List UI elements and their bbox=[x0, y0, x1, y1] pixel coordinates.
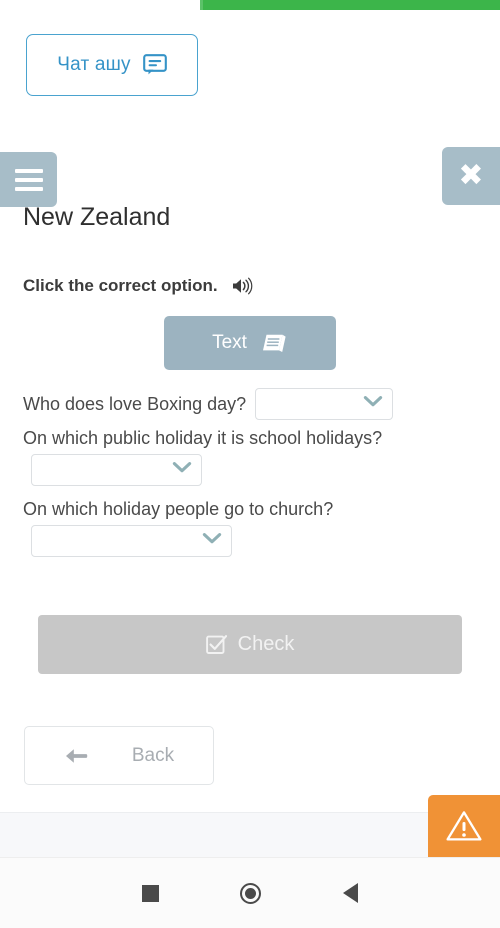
report-problem-button[interactable] bbox=[428, 795, 500, 857]
check-square-icon bbox=[205, 634, 227, 655]
question-text: Who does love Boxing day? bbox=[23, 393, 247, 414]
chat-bubble-icon bbox=[142, 54, 167, 76]
open-chat-label: Чат ашу bbox=[57, 54, 131, 75]
answer-select[interactable] bbox=[31, 525, 232, 557]
question-text: On which public holiday it is school hol… bbox=[23, 428, 383, 448]
chevron-down-icon bbox=[363, 395, 383, 413]
app-screen: Чат ашу ✖ New Zealand Click the correct … bbox=[0, 0, 500, 928]
nav-back-button[interactable] bbox=[300, 858, 400, 928]
circle-icon bbox=[239, 882, 261, 904]
page-title: New Zealand bbox=[23, 203, 171, 231]
lesson-progress-bar-start bbox=[200, 0, 203, 10]
task-instruction-text: Click the correct option. bbox=[23, 276, 218, 295]
nav-home-button[interactable] bbox=[200, 858, 300, 928]
android-navigation-bar bbox=[0, 857, 500, 928]
footer-strip bbox=[0, 812, 500, 857]
question-text: On which holiday people go to church? bbox=[23, 499, 334, 519]
open-text-material-label: Text bbox=[212, 332, 247, 353]
warning-triangle-icon bbox=[445, 809, 483, 843]
triangle-left-icon bbox=[342, 883, 358, 903]
book-icon bbox=[262, 332, 288, 354]
chevron-down-icon bbox=[172, 461, 192, 479]
square-icon bbox=[141, 884, 159, 902]
sidebar-toggle-button[interactable] bbox=[0, 152, 57, 207]
nav-recents-button[interactable] bbox=[100, 858, 200, 928]
close-icon: ✖ bbox=[458, 158, 484, 193]
close-lesson-button[interactable]: ✖ bbox=[442, 147, 500, 205]
speaker-icon[interactable] bbox=[232, 277, 254, 295]
open-text-material-button[interactable]: Text bbox=[164, 316, 336, 370]
back-button[interactable]: Back bbox=[24, 726, 214, 785]
check-answers-button[interactable]: Check bbox=[38, 615, 462, 674]
open-chat-button[interactable]: Чат ашу bbox=[26, 34, 198, 96]
hamburger-icon-bar bbox=[14, 186, 43, 191]
arrow-left-icon bbox=[64, 747, 90, 765]
hamburger-icon-bar bbox=[14, 177, 43, 182]
answer-select[interactable] bbox=[31, 454, 202, 486]
chevron-down-icon bbox=[202, 532, 222, 550]
lesson-progress-bar bbox=[200, 0, 500, 10]
question-row: Who does love Boxing day? bbox=[23, 388, 394, 420]
check-answers-label: Check bbox=[237, 633, 295, 655]
task-instruction: Click the correct option. bbox=[23, 276, 254, 296]
hamburger-icon-bar bbox=[14, 168, 43, 173]
back-button-label: Back bbox=[131, 744, 175, 766]
answer-select[interactable] bbox=[255, 388, 394, 420]
